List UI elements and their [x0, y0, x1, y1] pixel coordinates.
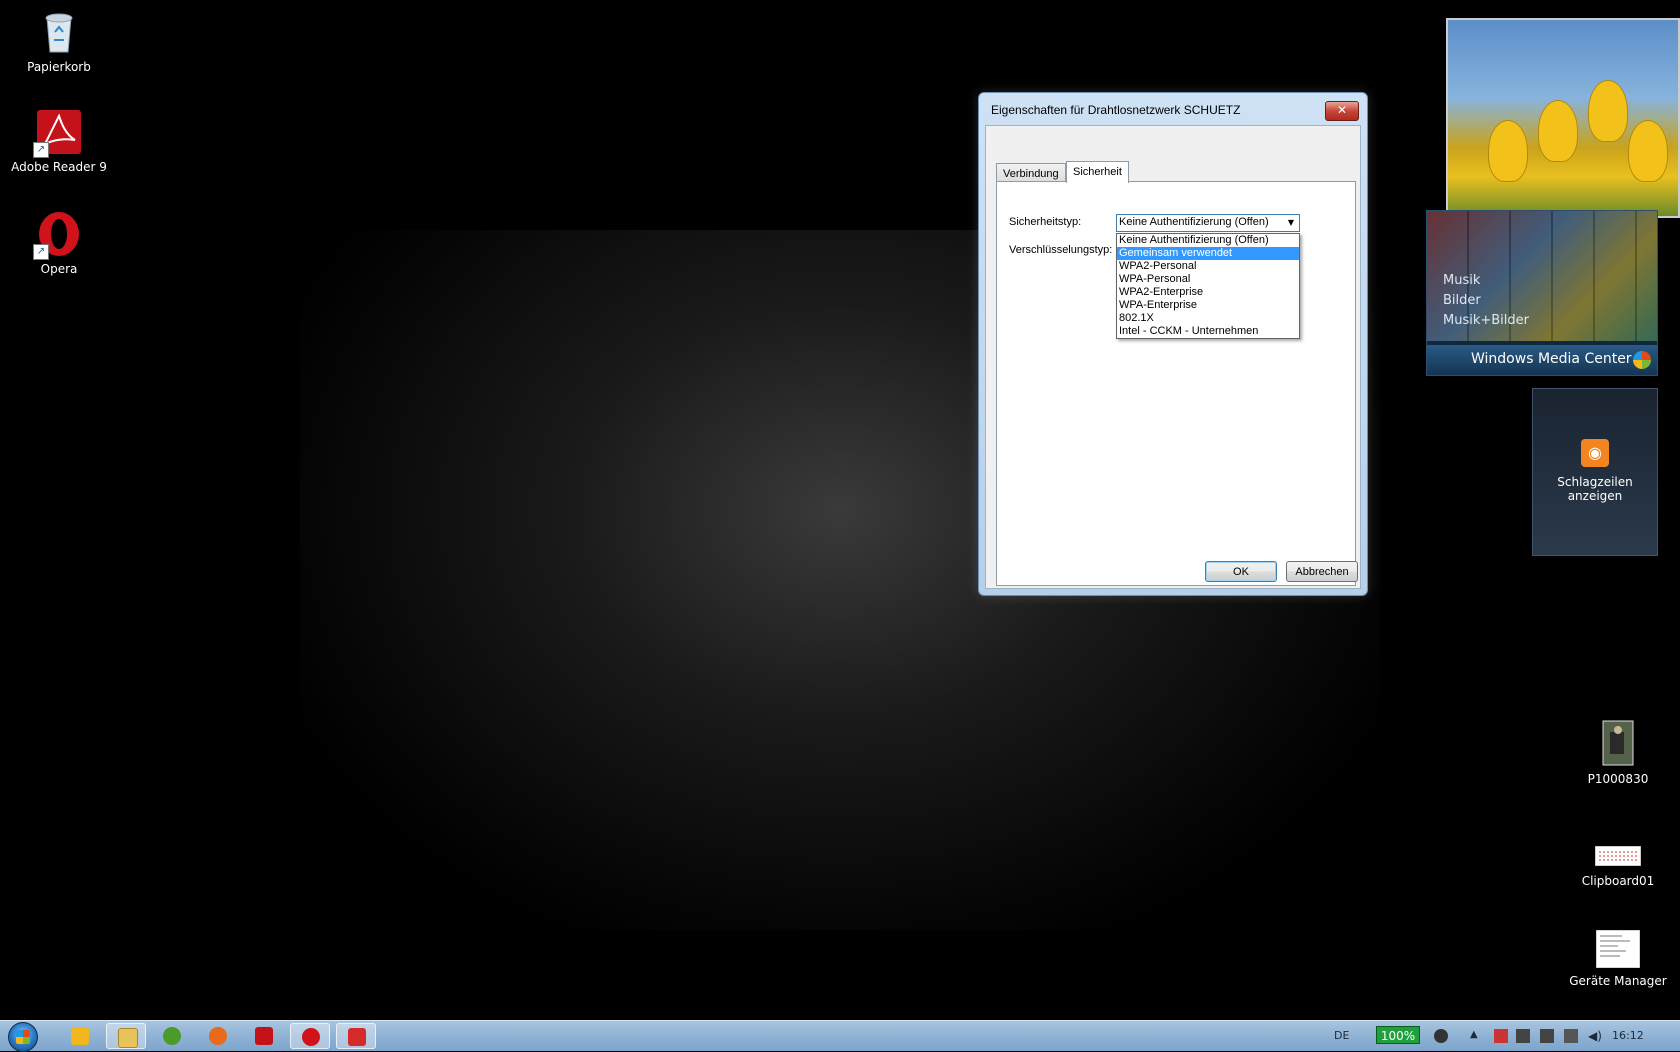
show-hidden-icons-icon[interactable]: ▲ — [1470, 1029, 1484, 1043]
chevron-down-icon[interactable]: ▼ — [1283, 215, 1299, 231]
dropdown-option[interactable]: WPA-Enterprise — [1117, 299, 1299, 312]
security-type-value: Keine Authentifizierung (Offen) — [1119, 216, 1269, 228]
photo-file-icon — [1602, 720, 1634, 768]
mc-item-bilder[interactable]: Bilder — [1443, 293, 1481, 308]
desktop-icon-label: Opera — [40, 262, 78, 276]
dropdown-option[interactable]: Keine Authentifizierung (Offen) — [1117, 234, 1299, 247]
media-center-bar: Windows Media Center — [1427, 345, 1657, 375]
taskbar-opera[interactable] — [290, 1023, 330, 1049]
power-icon[interactable] — [1434, 1029, 1448, 1043]
start-button[interactable] — [8, 1022, 38, 1052]
desktop-icon-label: Adobe Reader 9 — [11, 160, 107, 174]
clock[interactable]: 16:12 — [1612, 1029, 1644, 1042]
mc-item-musik-bilder[interactable]: Musik+Bilder — [1443, 313, 1529, 328]
shortcut-arrow-icon: ↗ — [33, 244, 49, 260]
rss-gadget[interactable]: ◉ Schlagzeilen anzeigen — [1532, 388, 1658, 556]
adobe-reader-icon: ↗ — [33, 108, 83, 158]
dropdown-option[interactable]: WPA-Personal — [1117, 273, 1299, 286]
desktop-icon-opera[interactable]: ↗ Opera — [4, 210, 114, 276]
desktop-icon-adobe-reader[interactable]: ↗ Adobe Reader 9 — [4, 108, 114, 174]
security-type-select[interactable]: Keine Authentifizierung (Offen) ▼ — [1116, 214, 1300, 232]
desktop-wallpaper — [0, 0, 1680, 1020]
close-button[interactable]: ✕ — [1325, 101, 1359, 121]
desktop-icon-recycle-bin[interactable]: Papierkorb — [4, 8, 114, 74]
cancel-button[interactable]: Abbrechen — [1286, 561, 1358, 582]
security-type-dropdown: Keine Authentifizierung (Offen) Gemeinsa… — [1116, 233, 1300, 339]
dialog-title: Eigenschaften für Drahtlosnetzwerk SCHUE… — [991, 103, 1241, 117]
desktop-icon-clipboard01[interactable]: Clipboard01 — [1563, 845, 1673, 888]
windows-logo-icon — [1633, 351, 1651, 369]
recycle-bin-icon — [35, 8, 83, 56]
desktop-icon-label: Clipboard01 — [1581, 874, 1655, 888]
tab-verbindung[interactable]: Verbindung — [996, 163, 1066, 183]
messenger-icon — [163, 1027, 181, 1045]
dropdown-option-selected[interactable]: Gemeinsam verwendet — [1117, 247, 1299, 260]
desktop-icon-geraete-manager[interactable]: Geräte Manager — [1563, 929, 1673, 988]
explorer-icon — [118, 1028, 138, 1048]
taskbar-adobe[interactable] — [244, 1023, 284, 1049]
firefox-icon — [209, 1027, 227, 1045]
usb-icon[interactable] — [1564, 1029, 1578, 1043]
opera-icon — [302, 1028, 320, 1046]
device-icon[interactable] — [1516, 1029, 1530, 1043]
taskbar-media-player[interactable] — [60, 1023, 100, 1049]
desktop-icon-p1000830[interactable]: P1000830 — [1563, 720, 1673, 786]
ok-button[interactable]: OK — [1205, 561, 1277, 582]
document-file-icon — [1595, 929, 1641, 970]
slideshow-gadget[interactable] — [1446, 18, 1680, 218]
image-file-icon — [1594, 845, 1642, 870]
taskbar-messenger[interactable] — [152, 1023, 192, 1049]
battery-indicator[interactable]: 100% — [1376, 1026, 1420, 1044]
tulip-decoration — [1538, 100, 1578, 162]
adobe-icon — [255, 1027, 273, 1045]
action-center-icon[interactable] — [1494, 1029, 1508, 1043]
rss-label[interactable]: Schlagzeilen anzeigen — [1533, 475, 1657, 503]
opera-icon: ↗ — [33, 210, 83, 260]
taskbar-network[interactable] — [336, 1023, 376, 1049]
rss-icon: ◉ — [1581, 439, 1609, 467]
desktop-icon-label: Geräte Manager — [1569, 974, 1667, 988]
desktop-icon-label: Papierkorb — [27, 60, 91, 74]
media-player-icon — [71, 1027, 89, 1045]
mc-item-musik[interactable]: Musik — [1443, 273, 1480, 288]
shortcut-arrow-icon: ↗ — [33, 142, 49, 158]
network-status-icon[interactable] — [1540, 1029, 1554, 1043]
media-center-title: Windows Media Center — [1471, 351, 1632, 367]
desktop-icon-label: P1000830 — [1587, 772, 1649, 786]
network-icon — [348, 1028, 366, 1046]
dropdown-option[interactable]: Intel - CCKM - Unternehmen — [1117, 325, 1299, 338]
wireless-properties-dialog: Eigenschaften für Drahtlosnetzwerk SCHUE… — [978, 92, 1368, 596]
volume-icon[interactable]: ◀) — [1588, 1029, 1602, 1043]
tab-sicherheit[interactable]: Sicherheit — [1066, 161, 1129, 183]
taskbar-explorer[interactable] — [106, 1023, 146, 1049]
dropdown-option[interactable]: WPA2-Enterprise — [1117, 286, 1299, 299]
dropdown-option[interactable]: WPA2-Personal — [1117, 260, 1299, 273]
security-type-label: Sicherheitstyp: — [1009, 216, 1082, 228]
media-center-gadget[interactable]: Musik Bilder Musik+Bilder Windows Media … — [1426, 210, 1658, 376]
tulip-decoration — [1628, 120, 1668, 182]
language-indicator[interactable]: DE — [1334, 1029, 1349, 1042]
dropdown-option[interactable]: 802.1X — [1117, 312, 1299, 325]
tulip-decoration — [1588, 80, 1628, 142]
encryption-type-label: Verschlüsselungstyp: — [1009, 244, 1113, 256]
dialog-body: Verbindung Sicherheit Sicherheitstyp: Ve… — [985, 125, 1361, 589]
tulip-decoration — [1488, 120, 1528, 182]
taskbar-firefox[interactable] — [198, 1023, 238, 1049]
taskbar: DE 100% ▲ ◀) 16:12 — [0, 1020, 1680, 1052]
